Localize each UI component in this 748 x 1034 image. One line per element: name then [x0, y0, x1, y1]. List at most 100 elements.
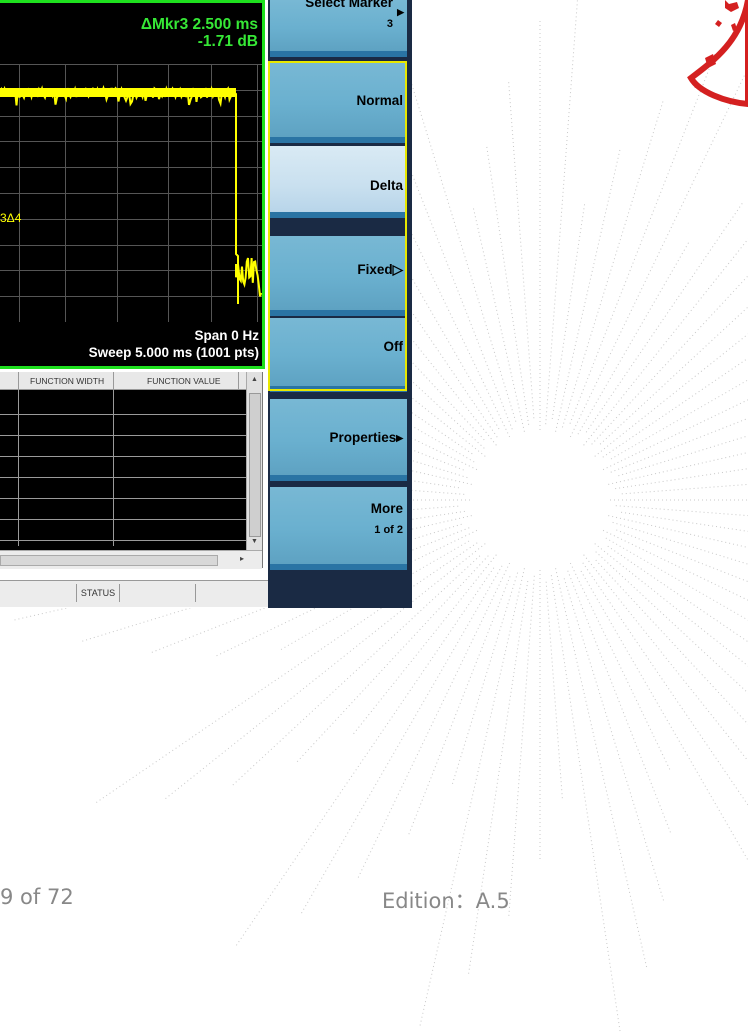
select-marker-label: Select Marker: [305, 0, 393, 10]
scroll-up-icon[interactable]: ▲: [251, 376, 258, 383]
header-function-value: FUNCTION VALUE: [147, 376, 221, 386]
marker-label: 3Δ4: [0, 211, 22, 225]
marker-readout-delta-time: ΔMkr3 2.500 ms: [140, 16, 258, 33]
table-row-divider: [0, 498, 247, 499]
sweep-value: Sweep 5.000 ms (1001 pts): [88, 345, 259, 360]
span-value: Span 0 Hz: [194, 328, 259, 343]
fixed-button[interactable]: Fixed▷: [270, 236, 407, 316]
header-function-width: FUNCTION WIDTH: [30, 376, 105, 386]
table-horizontal-scrollbar[interactable]: ▸: [0, 550, 262, 569]
table-row-divider: [0, 414, 247, 415]
starburst-ray: [467, 581, 529, 975]
starburst-ray: [583, 554, 748, 762]
header-divider: [0, 372, 19, 389]
starburst-ray: [610, 379, 748, 460]
starburst-ray: [591, 275, 748, 445]
starburst-ray: [451, 572, 519, 787]
scroll-right-icon[interactable]: ▸: [240, 554, 244, 563]
starburst-ray: [299, 565, 503, 916]
properties-button[interactable]: Properties▸: [270, 399, 407, 481]
spectrum-analyzer-screen: ΔMkr3 2.500 ms -1.71 dB 3Δ4 Span 0 Hz Sw…: [0, 0, 412, 608]
scroll-down-icon[interactable]: ▼: [251, 538, 258, 545]
scrollbar-thumb[interactable]: [0, 555, 218, 566]
header-divider: [113, 372, 114, 389]
starburst-ray: [621, 483, 748, 495]
select-marker-button[interactable]: Select Marker ▶ 3: [270, 0, 407, 57]
span-info: Span 0 Hz Sweep 5.000 ms (1001 pts): [89, 327, 259, 361]
table-row-divider: [0, 477, 247, 478]
starburst-ray: [595, 551, 748, 694]
softkey-panel: Select Marker ▶ 3 Normal Delta Fixed▷ Of…: [268, 0, 412, 608]
starburst-ray: [608, 452, 748, 485]
starburst-ray: [594, 543, 748, 667]
status-label[interactable]: STATUS: [76, 584, 120, 602]
trace-grid: [0, 64, 262, 322]
starburst-ray: [616, 529, 748, 583]
starburst-ray: [615, 505, 748, 517]
starburst-ray: [612, 521, 748, 565]
status-divider: [195, 584, 196, 602]
starburst-ray: [585, 202, 744, 433]
fixed-label: Fixed▷: [357, 262, 403, 277]
starburst-ray: [419, 568, 525, 1027]
delta-button[interactable]: Delta: [270, 146, 407, 218]
starburst-ray: [508, 575, 535, 919]
starburst-ray: [550, 575, 621, 1034]
starburst-ray: [605, 537, 748, 621]
off-label: Off: [383, 339, 404, 354]
submenu-arrow-icon: ▶: [397, 7, 404, 17]
starburst-ray: [583, 238, 748, 446]
scrollbar-thumb[interactable]: [249, 393, 261, 537]
starburst-ray: [569, 562, 671, 771]
starburst-ray: [577, 239, 691, 435]
edition-label: Edition：A.5: [382, 889, 510, 913]
starburst-ray: [357, 562, 511, 879]
starburst-ray: [485, 143, 530, 425]
starburst-ray: [608, 515, 748, 548]
delta-label: Delta: [369, 178, 403, 193]
table-col-divider: [113, 389, 114, 546]
starburst-ray: [602, 357, 748, 458]
starburst-ray: [582, 562, 748, 806]
normal-label: Normal: [356, 93, 403, 108]
starburst-ray: [607, 545, 748, 643]
starburst-ray: [621, 511, 748, 532]
table-row-divider: [0, 456, 247, 457]
starburst-ray: [551, 203, 586, 419]
starburst-ray: [610, 417, 748, 473]
starburst-ray: [615, 468, 748, 490]
header-divider: [238, 372, 239, 389]
marker-readout: ΔMkr3 2.500 ms -1.71 dB: [141, 16, 258, 50]
starburst-ray: [580, 570, 748, 862]
starburst-ray: [472, 207, 525, 432]
starburst-ray: [563, 578, 665, 902]
table-row-divider: [0, 519, 247, 520]
starburst-ray: [555, 148, 621, 432]
starburst-ray: [545, 0, 578, 425]
starburst-ray: [561, 98, 665, 428]
trace-fill: [0, 88, 236, 97]
more-button[interactable]: More 1 of 2: [270, 487, 407, 570]
more-page-indicator: 1 of 2: [374, 524, 403, 536]
starburst-ray: [408, 576, 511, 836]
table-col-divider: [18, 389, 19, 546]
off-button[interactable]: Off: [270, 318, 407, 392]
red-seal-stamp: [687, 0, 748, 108]
select-marker-value: 3: [386, 18, 393, 30]
more-label: More: [370, 501, 403, 516]
normal-button[interactable]: Normal: [270, 63, 407, 143]
trace-line: [0, 84, 239, 304]
table-row-divider: [0, 540, 247, 541]
properties-label: Properties▸: [329, 430, 403, 445]
table-row-divider: [0, 435, 247, 436]
function-table-header: FUNCTION WIDTH FUNCTION VALUE: [0, 372, 262, 390]
starburst-ray: [545, 581, 563, 800]
marker-function-table: FUNCTION WIDTH FUNCTION VALUE ▲ ▼ ▸: [0, 372, 263, 569]
table-vertical-scrollbar[interactable]: ▲ ▼: [246, 372, 262, 550]
starburst-ray: [602, 529, 748, 601]
trace-display[interactable]: ΔMkr3 2.500 ms -1.71 dB 3Δ4 Span 0 Hz Sw…: [0, 0, 265, 369]
starburst-ray: [594, 333, 748, 457]
starburst-ray: [508, 81, 535, 419]
starburst-ray: [599, 306, 748, 445]
page-number: 9 of 72: [0, 885, 74, 909]
